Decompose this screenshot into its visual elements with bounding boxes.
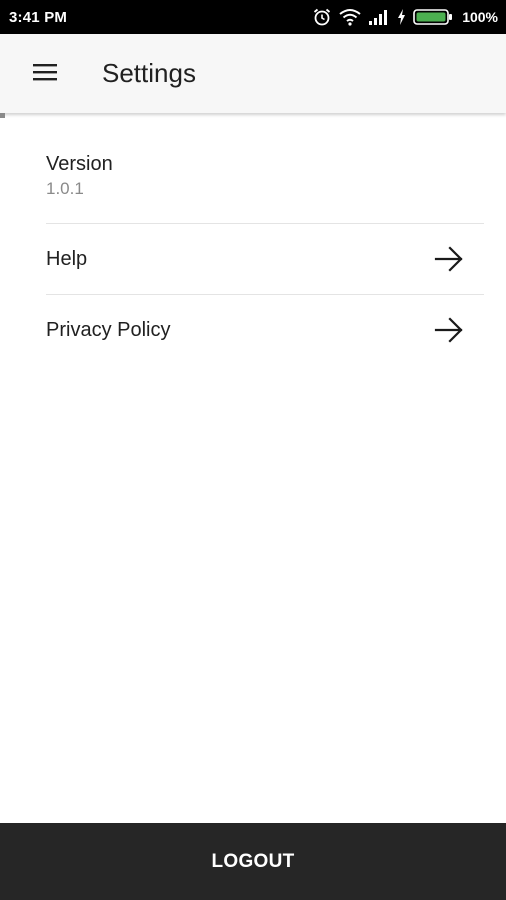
version-value: 1.0.1	[46, 179, 84, 198]
help-row[interactable]: Help	[46, 224, 484, 295]
status-time: 3:41 PM	[9, 9, 68, 26]
settings-screen: 3:41 PM 100% Settings Version 1.0.1 Help…	[0, 0, 506, 900]
wifi-icon	[339, 8, 361, 26]
privacy-policy-label: Privacy Policy	[46, 319, 171, 341]
arrow-right-icon	[434, 317, 464, 343]
status-bar: 3:41 PM 100%	[0, 0, 506, 34]
version-label: Version	[46, 153, 113, 175]
status-icons: 100%	[312, 6, 498, 28]
hamburger-menu-icon	[32, 62, 58, 87]
signal-icon	[368, 8, 390, 26]
help-label: Help	[46, 248, 88, 270]
menu-button[interactable]	[25, 55, 65, 93]
arrow-right-icon	[434, 246, 464, 272]
scroll-indicator	[0, 113, 5, 118]
alarm-icon	[312, 7, 332, 27]
battery-icon	[413, 8, 453, 26]
version-row: Version 1.0.1	[46, 140, 484, 224]
settings-list: Version 1.0.1 Help Privacy Policy	[46, 140, 484, 365]
charging-icon	[397, 9, 406, 25]
page-title: Settings	[102, 58, 196, 88]
app-bar: Settings	[0, 34, 506, 113]
privacy-policy-row[interactable]: Privacy Policy	[46, 295, 484, 365]
logout-button[interactable]: LOGOUT	[0, 823, 506, 900]
logout-label: LOGOUT	[211, 850, 295, 872]
battery-percent: 100%	[462, 9, 498, 25]
